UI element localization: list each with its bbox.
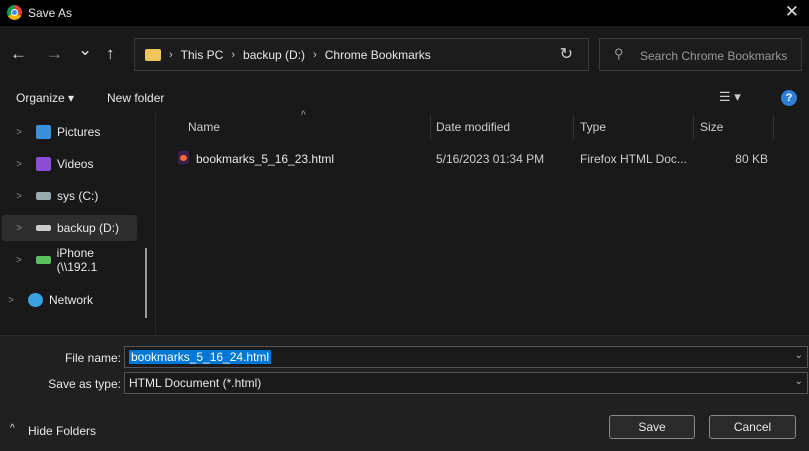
chrome-icon — [7, 5, 22, 20]
organize-menu[interactable]: Organize ▾ — [16, 91, 74, 105]
cancel-button[interactable]: Cancel — [709, 415, 796, 439]
pictures-icon — [36, 125, 51, 139]
column-size[interactable]: Size — [700, 120, 723, 134]
sidebar-item-pictures[interactable]: > Pictures — [2, 119, 137, 145]
sidebar-item-backup-d[interactable]: > backup (D:) — [2, 215, 137, 241]
sidebar-item-network[interactable]: > Network — [0, 287, 129, 313]
help-button[interactable]: ? — [781, 90, 797, 106]
recent-locations-button[interactable]: ⌄ — [78, 40, 92, 60]
network-drive-icon — [35, 256, 51, 264]
breadcrumb-chrome-bookmarks[interactable]: Chrome Bookmarks — [325, 48, 431, 62]
videos-icon — [36, 157, 51, 171]
chevron-down-icon: ⌄ — [794, 376, 803, 387]
up-button[interactable]: ↑ — [106, 44, 115, 64]
file-name: bookmarks_5_16_23.html — [196, 152, 335, 166]
view-options-button[interactable]: ☰ ▾ — [719, 89, 741, 105]
chevron-up-icon: ^ — [10, 423, 15, 434]
refresh-button[interactable]: ↻ — [560, 44, 573, 64]
window-title: Save As — [28, 6, 73, 20]
search-icon: ⚲ — [614, 46, 624, 61]
drive-icon — [36, 225, 51, 231]
save-button[interactable]: Save — [609, 415, 695, 439]
breadcrumb-backup[interactable]: backup (D:) — [243, 48, 305, 62]
save-as-type-select[interactable]: HTML Document (*.html) ⌄ — [124, 372, 808, 394]
column-divider[interactable] — [693, 115, 694, 139]
column-divider[interactable] — [573, 115, 574, 139]
file-row[interactable]: bookmarks_5_16_23.html 5/16/2023 01:34 P… — [176, 145, 776, 171]
column-divider[interactable] — [430, 115, 431, 139]
sidebar-item-videos[interactable]: > Videos — [2, 151, 137, 177]
column-type[interactable]: Type — [580, 120, 606, 134]
chevron-down-icon[interactable]: ⌄ — [795, 350, 803, 361]
folder-icon — [145, 48, 161, 61]
hide-folders-button[interactable]: Hide Folders — [28, 424, 96, 438]
file-size: 80 KB — [735, 152, 768, 166]
sort-ascending-icon: ^ — [301, 110, 306, 121]
new-folder-button[interactable]: New folder — [107, 91, 164, 105]
save-as-type-label: Save as type: — [48, 377, 121, 391]
column-date-modified[interactable]: Date modified — [436, 120, 510, 134]
navigation-pane: > Pictures > Videos > sys (C:) > backup (D:)… — [0, 113, 156, 335]
drive-icon — [36, 192, 51, 200]
sidebar-item-iphone[interactable]: > iPhone (\\192.1 — [2, 246, 137, 274]
back-button[interactable]: ← — [10, 44, 27, 64]
breadcrumb-this-pc[interactable]: This PC — [181, 48, 224, 62]
address-bar[interactable]: › This PC › backup (D:) › Chrome Bookmarks — [134, 38, 589, 71]
column-divider[interactable] — [773, 115, 774, 139]
column-name[interactable]: Name — [188, 120, 220, 134]
sidebar-scrollbar[interactable] — [145, 248, 147, 318]
file-date: 5/16/2023 01:34 PM — [436, 152, 545, 166]
title-bar: Save As ✕ — [0, 0, 809, 26]
forward-button[interactable]: → — [46, 44, 63, 64]
network-icon — [28, 293, 43, 307]
close-button[interactable]: ✕ — [785, 2, 799, 22]
sidebar-item-sys-c[interactable]: > sys (C:) — [2, 183, 137, 209]
firefox-html-icon — [178, 151, 189, 164]
file-type: Firefox HTML Doc... — [580, 152, 687, 166]
file-name-label: File name: — [64, 351, 121, 365]
search-input[interactable]: Search Chrome Bookmarks — [599, 38, 802, 71]
file-name-input[interactable]: bookmarks_5_16_24.html ⌄ — [124, 346, 808, 368]
